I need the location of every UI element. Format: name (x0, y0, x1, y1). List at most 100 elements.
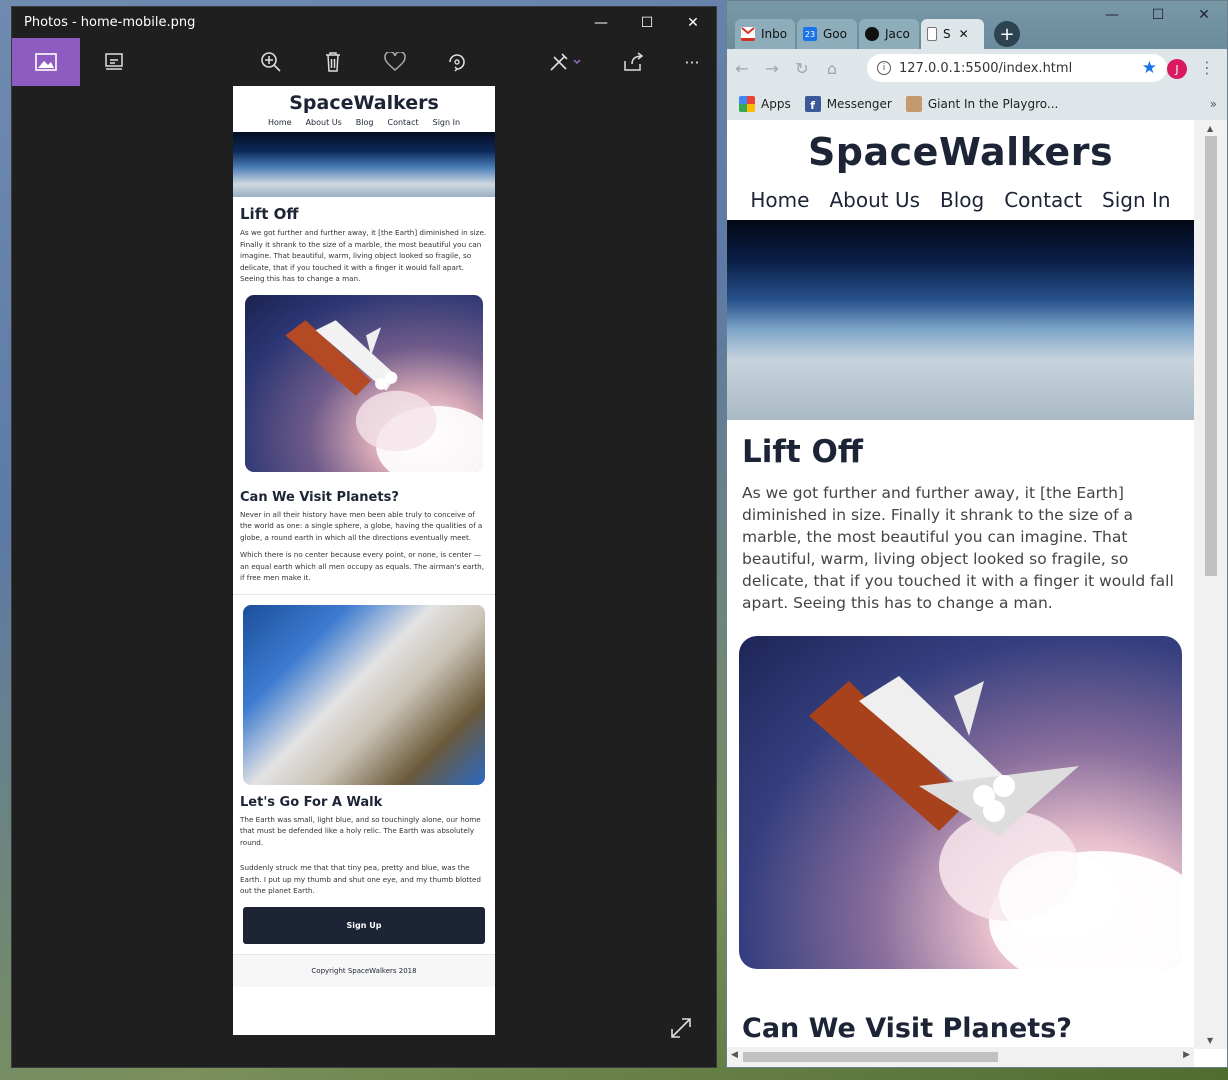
planets-heading: Can We Visit Planets? (742, 1013, 1072, 1044)
mobile-planets-heading: Can We Visit Planets? (240, 489, 399, 505)
nav-blog[interactable]: Blog (930, 188, 994, 212)
chrome-window-controls: — ☐ ✕ (1089, 7, 1227, 23)
nav-signin[interactable]: Sign In (1092, 188, 1181, 212)
tab-github[interactable]: Jaco (859, 19, 919, 49)
tab-inbox-label: Inbo (761, 27, 788, 41)
github-icon (865, 27, 879, 41)
tab-spacewalkers-label: S (943, 27, 951, 41)
horizontal-scrollbar[interactable]: ◀ ▶ (727, 1047, 1194, 1067)
tab-calendar[interactable]: 23 Goo (797, 19, 857, 49)
bookmark-apps[interactable]: Apps (739, 95, 791, 112)
mobile-footer: Copyright SpaceWalkers 2018 (233, 953, 495, 987)
gmail-icon (741, 27, 755, 41)
share-icon[interactable] (609, 38, 657, 86)
expand-icon[interactable] (670, 1017, 692, 1045)
tab-close-icon[interactable]: ✕ (959, 27, 969, 41)
bookmarks-bar: Apps f Messenger Giant In the Playgro...… (727, 87, 1227, 120)
mobile-liftoff-heading: Lift Off (240, 205, 299, 223)
reload-icon[interactable]: ↻ (787, 59, 817, 78)
mobile-nav-signin: Sign In (432, 118, 461, 127)
delete-icon[interactable] (309, 38, 357, 86)
profile-avatar[interactable]: J (1167, 59, 1187, 79)
mobile-nav-home: Home (267, 118, 292, 127)
forward-icon[interactable]: → (757, 59, 787, 78)
new-tab-button[interactable]: + (994, 21, 1020, 47)
photos-title: Photos - home-mobile.png (24, 15, 196, 30)
chrome-maximize-button[interactable]: ☐ (1135, 7, 1181, 23)
nav-contact[interactable]: Contact (994, 188, 1092, 212)
mobile-shuttle-image (245, 294, 483, 472)
photo-canvas: SpaceWalkers Home About Us Blog Contact … (12, 86, 716, 1067)
heart-icon[interactable] (371, 38, 419, 86)
mobile-walk-text-2: Suddenly struck me that that tiny pea, p… (240, 863, 481, 895)
edit-icon[interactable] (535, 38, 595, 86)
mobile-planets-text-1: Never in all their history have men been… (240, 509, 483, 542)
mobile-liftoff-text: As we got further and further away, it [… (240, 228, 487, 283)
mobile-divider (233, 593, 495, 595)
zoom-in-icon[interactable] (247, 38, 295, 86)
mobile-planets-text-2: Which there is no center because every p… (240, 550, 485, 582)
tab-calendar-label: Goo (823, 27, 847, 41)
back-icon[interactable]: ← (727, 59, 757, 78)
liftoff-heading: Lift Off (742, 434, 863, 470)
mobile-brand: SpaceWalkers (289, 92, 439, 114)
vertical-scrollbar[interactable]: ▲ ▼ (1194, 120, 1227, 1049)
chrome-minimize-button[interactable]: — (1089, 7, 1135, 23)
vertical-scroll-thumb[interactable] (1205, 136, 1217, 576)
nav-home[interactable]: Home (740, 188, 819, 212)
mobile-nav: Home About Us Blog Contact Sign In (233, 118, 495, 127)
close-button[interactable]: ✕ (670, 7, 716, 38)
site-brand[interactable]: SpaceWalkers (727, 130, 1194, 174)
bookmark-messenger-label: Messenger (826, 96, 892, 111)
info-icon[interactable]: i (877, 61, 891, 75)
bookmark-giant[interactable]: Giant In the Playgro... (905, 95, 1059, 112)
photos-window: Photos - home-mobile.png — ☐ ✕ ··· Space… (11, 6, 717, 1068)
site-nav: Home About Us Blog Contact Sign In (727, 188, 1194, 212)
tab-strip: Inbo 23 Goo Jaco S ✕ + (735, 19, 1020, 49)
mobile-nav-blog: Blog (355, 118, 374, 127)
bookmark-star-icon[interactable]: ★ (1142, 58, 1157, 78)
photos-window-controls: — ☐ ✕ (578, 7, 716, 38)
scroll-down-icon[interactable]: ▼ (1207, 1036, 1213, 1045)
scroll-left-icon[interactable]: ◀ (731, 1050, 738, 1060)
mobile-astronaut-image (243, 604, 485, 785)
tab-github-label: Jaco (885, 27, 910, 41)
minimize-button[interactable]: — (578, 7, 624, 38)
toolbar: ← → ↻ ⌂ i 127.0.0.1:5500/index.html ★ J … (727, 49, 1227, 87)
bookmarks-overflow-icon[interactable]: » (1210, 97, 1217, 111)
calendar-icon: 23 (803, 27, 817, 41)
chrome-menu-icon[interactable]: ⋮ (1199, 58, 1215, 77)
mobile-nav-contact: Contact (387, 118, 419, 127)
bookmark-messenger[interactable]: f Messenger (804, 95, 892, 112)
rotate-icon[interactable] (433, 38, 481, 86)
mobile-hero-image (233, 132, 495, 197)
chrome-window: Inbo 23 Goo Jaco S ✕ + — ☐ ✕ ← → ↻ ⌂ i 1… (726, 0, 1228, 1068)
chrome-frame: Inbo 23 Goo Jaco S ✕ + — ☐ ✕ ← → ↻ ⌂ i 1… (727, 1, 1227, 120)
picture-icon[interactable] (12, 38, 80, 86)
mobile-walk-text-1: The Earth was small, light blue, and so … (240, 814, 481, 847)
liftoff-text: As we got further and further away, it [… (742, 484, 1174, 612)
chrome-close-button[interactable]: ✕ (1181, 7, 1227, 23)
photos-titlebar: Photos - home-mobile.png — ☐ ✕ (12, 7, 716, 38)
tab-spacewalkers[interactable]: S ✕ (921, 19, 984, 49)
shuttle-image (739, 636, 1182, 969)
maximize-button[interactable]: ☐ (624, 7, 670, 38)
scroll-up-icon[interactable]: ▲ (1207, 124, 1213, 133)
scroll-right-icon[interactable]: ▶ (1183, 1050, 1190, 1060)
url-text: 127.0.0.1:5500/index.html (899, 60, 1073, 76)
slideshow-icon[interactable] (90, 38, 138, 86)
home-icon[interactable]: ⌂ (817, 59, 847, 78)
page-viewport: SpaceWalkers Home About Us Blog Contact … (727, 120, 1194, 1049)
photos-toolbar: ··· (12, 38, 716, 86)
more-icon[interactable]: ··· (668, 38, 716, 86)
apps-icon (739, 95, 755, 112)
mobile-nav-about: About Us (305, 118, 342, 127)
nav-about[interactable]: About Us (819, 188, 930, 212)
bookmark-apps-label: Apps (761, 96, 791, 111)
hero-image (727, 220, 1194, 420)
bookmark-icon (905, 95, 922, 112)
tab-inbox[interactable]: Inbo (735, 19, 795, 49)
horizontal-scroll-thumb[interactable] (743, 1052, 998, 1062)
address-bar[interactable]: i 127.0.0.1:5500/index.html ★ (867, 54, 1167, 82)
bookmark-giant-label: Giant In the Playgro... (927, 96, 1059, 111)
